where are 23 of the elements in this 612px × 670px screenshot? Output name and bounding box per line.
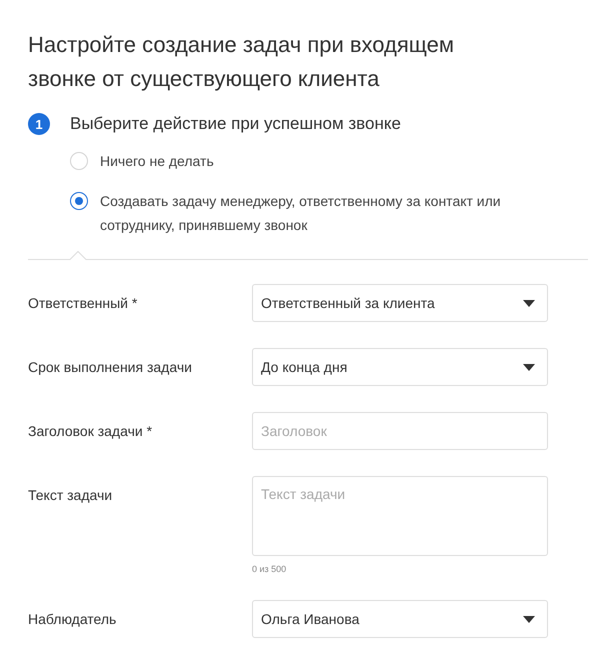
radio-button[interactable] [70, 192, 88, 210]
page-title: Настройте создание задач при входящем звонке от существующего клиента [28, 31, 456, 93]
text-area[interactable]: Текст задачи [252, 476, 548, 556]
dropdown-value: До конца дня [261, 359, 348, 375]
step-number: 1 [28, 113, 50, 135]
option-label: Ничего не делать [100, 152, 215, 171]
caret-icon [523, 300, 535, 306]
dropdown[interactable]: Ответственный за клиента [252, 284, 548, 322]
step-title: Выберите действие при успешном звонке [70, 114, 401, 134]
input-field[interactable]: Заголовок [252, 412, 548, 450]
character-counter: 0 из 500 [252, 564, 288, 574]
field-label: Наблюдатель [28, 610, 118, 629]
dropdown[interactable]: До конца дня [252, 348, 548, 386]
caret-icon [523, 364, 535, 370]
field-label: Срок выполнения задачи [28, 358, 193, 377]
field-label: Ответственный * [28, 294, 138, 313]
field-label: Текст задачи [28, 486, 114, 505]
dropdown-value: Ольга Иванова [261, 611, 360, 627]
dropdown-value: Ответственный за клиента [261, 295, 435, 311]
caret-icon [523, 616, 535, 622]
option-label: Создавать задачу менеджеру, ответственному за контакт или сотруднику, принявшему звонок [100, 192, 502, 235]
field-label: Заголовок задачи * [28, 422, 154, 441]
dropdown[interactable]: Ольга Иванова [252, 600, 548, 638]
